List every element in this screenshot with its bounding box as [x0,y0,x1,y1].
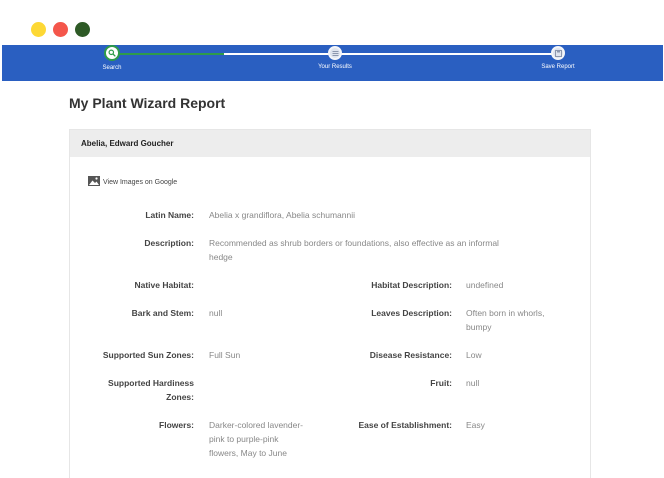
save-icon [551,46,565,60]
hardiness-zones-label-line: Zones: [166,392,194,402]
habitat-description-label: Habitat Description: [371,280,452,290]
page-title: My Plant Wizard Report [69,95,226,111]
description-value-line: hedge [209,252,233,262]
description-value-line: Recommended as shrub borders or foundati… [209,238,499,248]
leaves-description-label: Leaves Description: [371,308,452,318]
habitat-description-value: undefined [466,280,504,290]
hardiness-zones-label-line: Supported Hardiness [108,378,194,388]
step-your-results[interactable]: Your Results [290,45,380,71]
window-controls [31,22,90,37]
fruit-label: Fruit: [430,378,452,388]
bark-and-stem-label: Bark and Stem: [131,308,194,318]
leaves-description-value: Often born in whorls, bumpy [466,306,544,334]
hardiness-zones-label: Supported Hardiness Zones: [70,376,194,404]
sun-zones-value: Full Sun [209,350,241,360]
progress-track-remaining [224,53,558,55]
ease-of-establishment-label: Ease of Establishment: [358,420,452,430]
search-icon [104,45,120,61]
plant-name-header: Abelia, Edward Goucher [70,130,590,157]
flowers-value-line: flowers, May to June [209,448,287,458]
step-your-results-label: Your Results [318,64,352,70]
flowers-label: Flowers: [159,420,194,430]
latin-name-value: Abelia x grandiflora, Abelia schumannii [209,210,356,220]
native-habitat-label: Native Habitat: [134,280,194,290]
close-button[interactable] [53,22,68,37]
step-save-report-label: Save Report [541,64,575,70]
flowers-value: Darker-colored lavender- pink to purple-… [209,418,303,460]
step-save-report[interactable]: Save Report [513,45,603,71]
disease-resistance-label: Disease Resistance: [369,350,452,360]
latin-name-label: Latin Name: [145,210,194,220]
list-icon [328,46,342,60]
view-images-link[interactable]: View Images on Google [88,176,177,188]
minimize-button[interactable] [31,22,46,37]
flowers-value-line: pink to purple-pink [209,434,279,444]
plant-card: Abelia, Edward Goucher View Images on Go… [69,129,591,478]
disease-resistance-value: Low [466,350,482,360]
maximize-button[interactable] [75,22,90,37]
description-value: Recommended as shrub borders or foundati… [209,236,574,264]
leaves-description-value-line: bumpy [466,322,492,332]
step-search-label: Search [102,65,122,71]
bark-and-stem-value: null [209,308,223,318]
plant-name: Abelia, Edward Goucher [81,139,174,148]
sun-zones-label: Supported Sun Zones: [102,350,194,360]
leaves-description-value-line: Often born in whorls, [466,308,545,318]
wizard-progress-bar: Search Your Results Save Report [2,45,663,81]
view-images-label: View Images on Google [103,178,178,186]
fruit-value: null [466,378,480,388]
ease-of-establishment-value: Easy [466,420,485,430]
step-search[interactable]: Search [67,45,157,72]
description-label: Description: [144,238,194,248]
image-icon [88,176,100,188]
flowers-value-line: Darker-colored lavender- [209,420,304,430]
